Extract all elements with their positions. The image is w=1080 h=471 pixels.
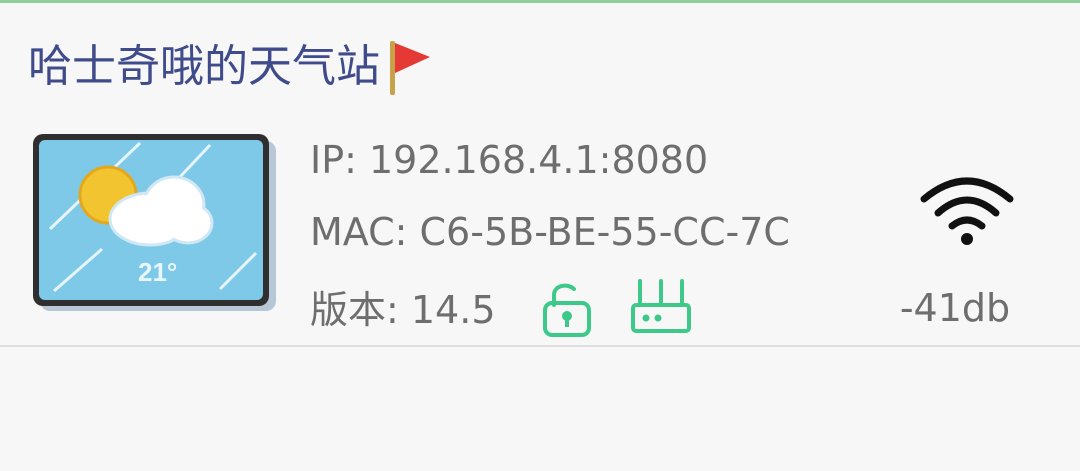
ip-address: IP: 192.168.4.1:8080 [310, 138, 709, 182]
firmware-version: 版本: 14.5 [310, 288, 496, 332]
mac-address: MAC: C6-5B-BE-55-CC-7C [310, 210, 790, 254]
card-divider [0, 345, 1080, 347]
thumbnail-temperature: 21° [138, 257, 177, 287]
device-card[interactable]: 哈士奇哦的天气站 21° IP: 192.168.4.1:8080 MAC: C… [0, 3, 1080, 345]
wifi-signal-icon [920, 177, 1014, 245]
red-flag-icon [390, 41, 430, 95]
weather-thumbnail: 21° [33, 134, 276, 311]
device-name-text: 哈士奇哦的天气站 [28, 41, 380, 92]
unlocked-padlock-icon[interactable] [540, 279, 594, 337]
signal-strength: -41db [899, 286, 1011, 330]
device-name-title: 哈士奇哦的天气站 [28, 37, 434, 97]
router-icon[interactable] [630, 277, 692, 335]
